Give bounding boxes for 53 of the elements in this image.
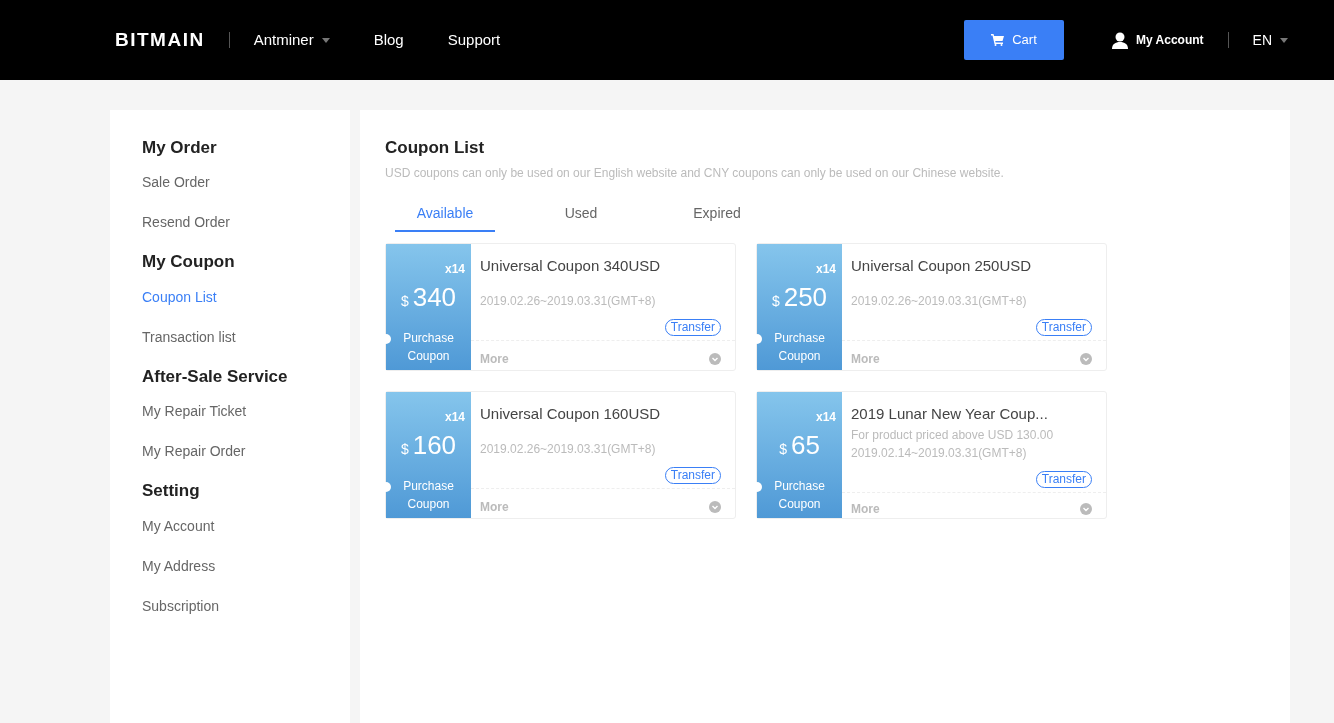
sidebar-item[interactable]: My Address [142,555,318,577]
chevron-down-icon [709,500,721,513]
transfer-button[interactable]: Transfer [664,319,721,337]
sidebar-item[interactable]: My Account [142,515,318,537]
coupon-title: 2019 Lunar New Year Coup... [851,404,1049,425]
logo[interactable]: BITMAIN [115,25,205,55]
coupon-count: x14 [814,261,836,279]
coupon-note: USD coupons can only be used on our English website and CNY coupons can only be used on our Chinese website. [385,165,1005,183]
coupon-dates: 2019.02.14~2019.03.31(GMT+8) [851,444,1028,462]
transfer-button[interactable]: Transfer [664,467,721,485]
sidebar-heading: My Coupon [142,252,236,273]
sidebar-item[interactable]: Resend Order [142,212,318,234]
cart-button[interactable]: Cart [964,20,1064,60]
cart-icon [991,34,1005,46]
chevron-down-icon [1080,502,1092,515]
language-selector[interactable]: EN [1252,29,1288,51]
sidebar-item[interactable]: Subscription [142,595,318,617]
coupon-count: x14 [443,261,465,279]
caret-icon [1280,37,1288,43]
nav-link[interactable]: Blog [373,28,404,52]
coupon-dates: 2019.02.26~2019.03.31(GMT+8) [851,293,1028,311]
sidebar-item[interactable]: My Repair Ticket [142,401,318,423]
transfer-button[interactable]: Transfer [1035,319,1092,337]
sidebar-item[interactable]: Sale Order [142,172,318,194]
sidebar-item[interactable]: Transaction list [142,326,318,348]
sidebar-heading: After-Sale Service [142,366,289,388]
chevron-down-icon [709,352,721,365]
transfer-button[interactable]: Transfer [1035,470,1092,488]
sidebar-item[interactable]: My Repair Order [142,441,318,463]
tab[interactable]: Expired [667,202,767,233]
coupon-amount: $250 [770,281,829,315]
sidebar-heading: Setting [142,481,201,502]
coupon-count: x14 [814,409,836,427]
coupon-dates: 2019.02.26~2019.03.31(GMT+8) [480,441,657,459]
coupon-amount: $160 [399,429,458,463]
coupon-count: x14 [443,409,465,427]
sidebar-heading: My Order [142,138,218,159]
user-icon [1112,31,1128,49]
coupon-condition: For product priced above USD 130.00 [851,426,1055,444]
sidebar-item[interactable]: Coupon List [142,286,318,308]
coupon-dates: 2019.02.26~2019.03.31(GMT+8) [480,293,657,311]
nav-link[interactable]: Antminer [253,28,330,52]
nav-link[interactable]: Support [447,28,501,52]
coupon-title: Universal Coupon 160USD [480,404,662,425]
tab[interactable]: Used [531,202,631,233]
coupon-title: Universal Coupon 340USD [480,256,662,277]
account-link[interactable]: My Account [1136,31,1204,49]
coupon-amount: $65 [778,429,821,463]
coupon-amount: $340 [399,281,458,315]
chevron-down-icon [1080,352,1092,365]
page-title: Coupon List [385,138,486,159]
tab[interactable]: Available [395,202,495,233]
coupon-title: Universal Coupon 250USD [851,256,1033,277]
